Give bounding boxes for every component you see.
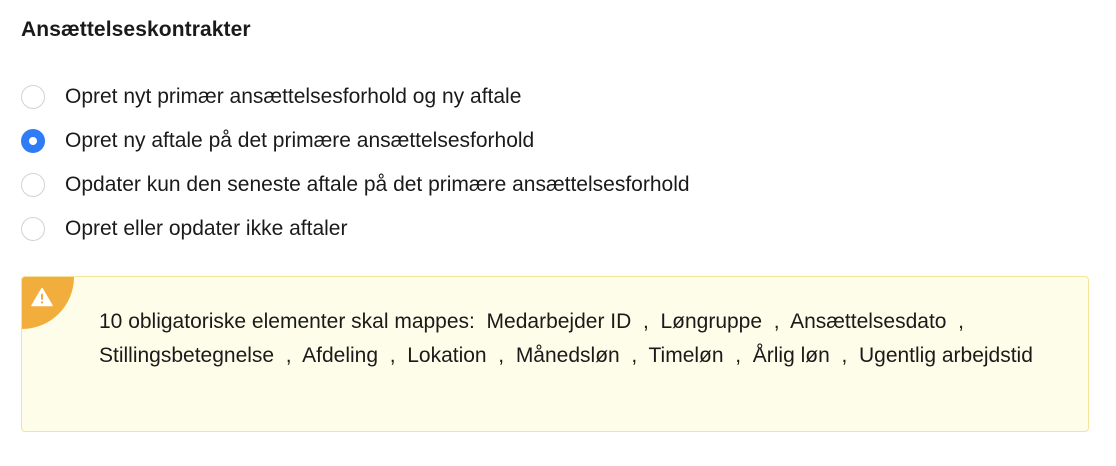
required-field: Timeløn — [648, 344, 724, 367]
section-title: Ansættelseskontrakter — [21, 18, 251, 41]
radio-option-no-agreements[interactable]: Opret eller opdater ikke aftaler — [21, 207, 690, 251]
radio-option-new-agreement[interactable]: Opret ny aftale på det primære ansættels… — [21, 119, 690, 163]
radio-option-label: Opret eller opdater ikke aftaler — [65, 217, 348, 240]
radio-option-update-latest[interactable]: Opdater kun den seneste aftale på det pr… — [21, 163, 690, 207]
required-field: Ansættelsesdato — [790, 310, 947, 333]
required-field: Stillingsbetegnelse — [99, 344, 275, 367]
required-field: Medarbejder ID — [486, 310, 632, 333]
warning-message: 10 obligatoriske elementer skal mappes: … — [99, 310, 1033, 367]
required-field: Ugentlig arbejdstid — [858, 344, 1033, 367]
warning-triangle-icon — [31, 287, 53, 307]
radio-button[interactable] — [21, 85, 45, 109]
radio-option-new-employment[interactable]: Opret nyt primær ansættelsesforhold og n… — [21, 75, 690, 119]
radio-button[interactable] — [21, 173, 45, 197]
required-field: Løngruppe — [660, 310, 763, 333]
radio-option-label: Opdater kun den seneste aftale på det pr… — [65, 173, 690, 196]
warning-intro: 10 obligatoriske elementer skal mappes: — [99, 310, 475, 333]
required-field: Månedsløn — [515, 344, 620, 367]
contract-option-group: Opret nyt primær ansættelsesforhold og n… — [21, 75, 690, 251]
radio-button-selected[interactable] — [21, 129, 45, 153]
required-field: Lokation — [407, 344, 487, 367]
required-field: Årlig løn — [752, 344, 830, 367]
radio-button[interactable] — [21, 217, 45, 241]
radio-option-label: Opret ny aftale på det primære ansættels… — [65, 129, 535, 152]
required-field: Afdeling — [302, 344, 379, 367]
warning-alert: 10 obligatoriske elementer skal mappes: … — [21, 276, 1089, 432]
radio-option-label: Opret nyt primær ansættelsesforhold og n… — [65, 85, 522, 108]
